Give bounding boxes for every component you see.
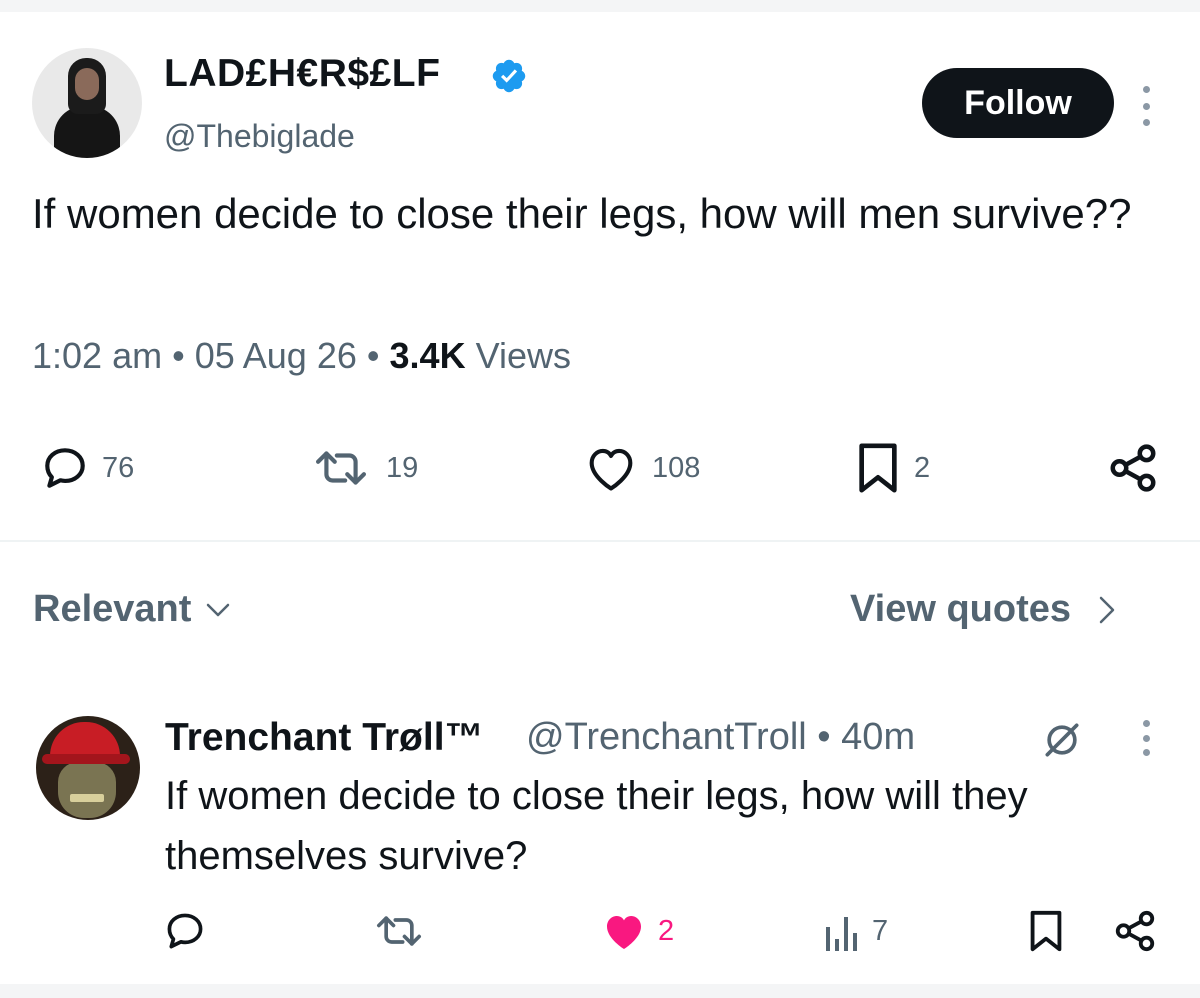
bottom-edge xyxy=(0,984,1200,998)
meta-separator: • xyxy=(366,335,380,376)
repost-button[interactable]: 19 xyxy=(308,440,418,496)
reply-bookmark-button[interactable] xyxy=(1026,906,1066,956)
views-label: Views xyxy=(475,335,571,376)
sort-relevant-dropdown[interactable]: Relevant xyxy=(33,588,231,631)
reply-share-button[interactable] xyxy=(1112,906,1158,956)
like-button[interactable]: 108 xyxy=(582,440,700,496)
tweet-date[interactable]: 05 Aug 26 xyxy=(195,335,357,376)
more-vertical-icon[interactable] xyxy=(1138,86,1154,126)
bookmark-icon xyxy=(1030,910,1062,952)
user-handle[interactable]: @Thebiglade xyxy=(164,118,355,155)
view-quotes-label: View quotes xyxy=(850,588,1072,630)
repost-icon xyxy=(377,916,421,946)
reply-like-button[interactable]: 2 xyxy=(600,906,674,956)
heart-icon xyxy=(589,448,633,491)
reply-time[interactable]: 40m xyxy=(841,716,915,758)
views-count: 3.4K xyxy=(389,335,466,376)
repost-count: 19 xyxy=(386,451,419,484)
comment-icon xyxy=(45,448,85,488)
share-icon xyxy=(1110,444,1156,492)
reply-text: If women decide to close their legs, how… xyxy=(165,774,1028,878)
tweet-meta: 1:02 am • 05 Aug 26 • 3.4K Views xyxy=(32,335,571,377)
bookmark-icon xyxy=(859,443,897,493)
sort-label: Relevant xyxy=(33,588,192,630)
chevron-down-icon xyxy=(207,603,230,616)
tweet-text: If women decide to close their legs, how… xyxy=(32,190,1132,237)
share-icon xyxy=(1115,910,1155,952)
more-vertical-icon[interactable] xyxy=(1138,720,1154,756)
reply-button[interactable]: 76 xyxy=(40,440,134,496)
repost-icon xyxy=(316,451,366,485)
bookmark-button[interactable]: 2 xyxy=(854,440,930,496)
avatar[interactable] xyxy=(32,48,142,158)
divider xyxy=(0,540,1200,542)
grok-icon[interactable] xyxy=(1040,718,1084,762)
reply-views-button[interactable]: 7 xyxy=(822,906,888,956)
reply-avatar[interactable] xyxy=(36,716,140,820)
heart-filled-icon xyxy=(607,916,641,949)
verified-badge-icon xyxy=(492,59,526,93)
view-quotes-link[interactable]: View quotes xyxy=(850,588,1117,631)
bookmark-count: 2 xyxy=(914,451,931,484)
follow-button[interactable]: Follow xyxy=(922,68,1114,138)
comment-icon xyxy=(167,913,203,949)
like-count: 108 xyxy=(652,451,701,484)
reply-reply-button[interactable] xyxy=(163,906,207,956)
reply-repost-button[interactable] xyxy=(370,906,428,956)
reply-view-count: 7 xyxy=(872,914,889,947)
reply-handle-time: @TrenchantTroll • 40m xyxy=(526,716,915,759)
analytics-icon xyxy=(826,917,857,951)
display-name[interactable]: LAD£H€R$£LF xyxy=(164,52,440,96)
reply-like-count: 2 xyxy=(658,914,675,947)
reply-handle[interactable]: @TrenchantTroll xyxy=(526,716,807,758)
meta-separator: • xyxy=(172,335,185,376)
tweet-time[interactable]: 1:02 am xyxy=(32,335,162,376)
meta-separator: • xyxy=(817,716,831,758)
top-edge xyxy=(0,0,1200,12)
share-button[interactable] xyxy=(1106,440,1160,496)
reply-display-name[interactable]: Trenchant Trøll™ xyxy=(165,716,484,760)
chevron-right-icon xyxy=(1099,596,1115,623)
reply-count: 76 xyxy=(102,451,135,484)
